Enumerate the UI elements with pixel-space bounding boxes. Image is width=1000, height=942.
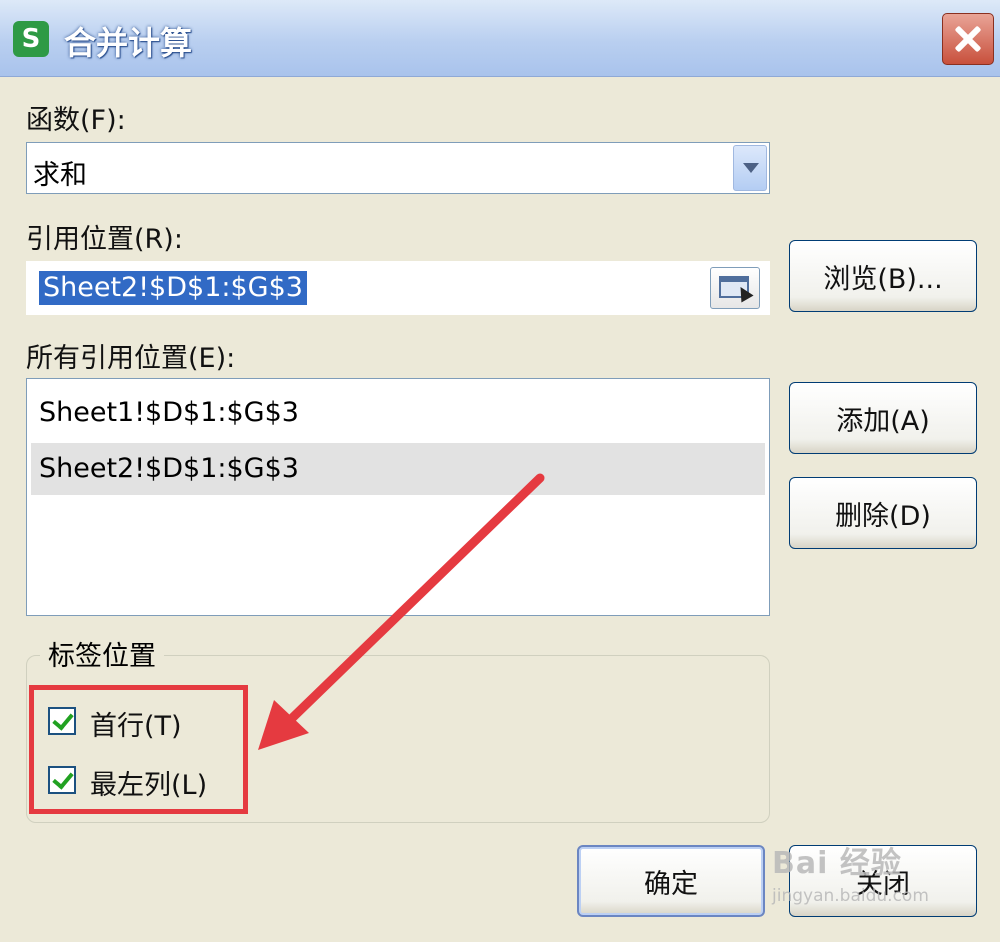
watermark: Bai 经验 jingyan.baidu.com <box>772 838 929 906</box>
annotation-arrow-icon <box>258 473 545 750</box>
watermark-url: jingyan.baidu.com <box>772 886 929 906</box>
watermark-logo: Bai 经验 <box>772 846 902 881</box>
